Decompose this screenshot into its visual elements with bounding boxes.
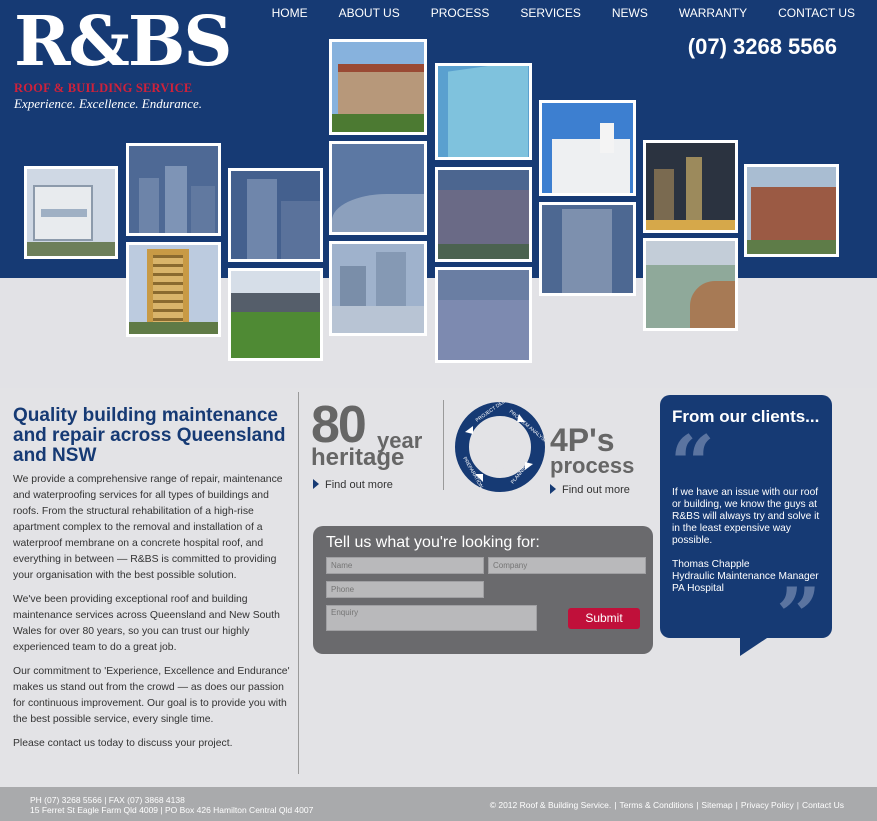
nav-warranty[interactable]: WARRANTY [679, 6, 747, 20]
process-number: 4P's [550, 422, 615, 458]
footer-link-sitemap[interactable]: Sitemap [701, 800, 732, 810]
heritage-unit: year [377, 428, 423, 453]
photo-concrete-roof [329, 141, 427, 235]
heritage-find-out-more-link[interactable]: Find out more [313, 479, 393, 491]
footer-address: 15 Ferret St Eagle Farm Qld 4009 | PO Bo… [30, 805, 314, 815]
photo-refinery-night [643, 140, 738, 233]
open-quote-icon: “ [670, 419, 715, 510]
speech-bubble-tail [740, 636, 770, 656]
photo-apartment-tower [126, 242, 221, 337]
process-find-out-more-link[interactable]: Find out more [550, 484, 630, 496]
intro-paragraph: Our commitment to 'Experience, Excellenc… [13, 666, 290, 725]
column-divider [298, 392, 299, 774]
process-cycle-diagram: PROJECT DELIVERY PROBLEM ANALYSIS PLANNI… [455, 402, 545, 492]
intro-paragraph: We've been providing exceptional roof an… [13, 594, 280, 653]
process-label: process [550, 453, 635, 478]
logo-wordmark: R&BS [14, 2, 233, 82]
heritage-block[interactable]: 80 year heritage [311, 399, 422, 470]
close-quote-icon: ” [776, 571, 821, 662]
photo-racecourse-grandstand [228, 268, 323, 361]
logo[interactable]: R&BS ROOF & BUILDING SERVICE Experience.… [14, 2, 233, 112]
intro-title: Quality building maintenance and repair … [13, 405, 286, 466]
nav-contact-us[interactable]: CONTACT US [778, 6, 855, 20]
photo-white-tower [539, 202, 636, 296]
name-input[interactable] [326, 557, 484, 574]
footer-link-privacy[interactable]: Privacy Policy [741, 800, 794, 810]
photo-rooftop-garden [643, 238, 738, 331]
footer: PH (07) 3268 5566 | FAX (07) 3868 4138 1… [0, 787, 877, 821]
arrow-right-icon [313, 479, 319, 489]
photo-highrise-facade [228, 168, 323, 262]
footer-phone-fax: PH (07) 3268 5566 | FAX (07) 3868 4138 [30, 795, 185, 805]
footer-link-contact[interactable]: Contact Us [802, 800, 844, 810]
photo-city-skyline [126, 143, 221, 236]
footer-copyright: © 2012 Roof & Building Service. [489, 800, 612, 810]
submit-button[interactable]: Submit [568, 608, 640, 629]
footer-link-terms[interactable]: Terms & Conditions [620, 800, 694, 810]
feature-divider [443, 400, 444, 490]
intro-column: Quality building maintenance and repair … [13, 406, 291, 760]
photo-flat-roof [435, 267, 532, 363]
nav-news[interactable]: NEWS [612, 6, 648, 20]
footer-links: © 2012 Roof & Building Service. | Terms & … [489, 800, 844, 810]
photo-brick-building [435, 167, 532, 262]
arrow-right-icon [550, 484, 556, 494]
form-title: Tell us what you're looking for: [326, 534, 540, 551]
author-name: Thomas Chapple [672, 559, 750, 570]
footer-contact: PH (07) 3268 5566 | FAX (07) 3868 4138 1… [30, 795, 313, 815]
company-input[interactable] [488, 557, 646, 574]
testimonial-text: If we have an issue with our roof or bui… [672, 487, 820, 546]
logo-tagline: Experience. Excellence. Endurance. [14, 96, 203, 111]
photo-apartment-balconies [24, 166, 118, 259]
testimonial-box: From our clients... “ If we have an issu… [660, 395, 832, 656]
intro-paragraph: Please contact us today to discuss your … [13, 738, 233, 749]
phone-input[interactable] [326, 581, 484, 598]
logo-subtitle: ROOF & BUILDING SERVICE [14, 81, 193, 95]
header-phone[interactable]: (07) 3268 5566 [688, 34, 837, 60]
photo-glass-building [435, 63, 532, 160]
photo-heritage-building [329, 39, 427, 135]
intro-paragraph: We provide a comprehensive range of repa… [13, 474, 283, 581]
enquiry-form: Tell us what you're looking for: Submit [313, 526, 653, 654]
photo-city-towers [329, 241, 427, 336]
nav-about-us[interactable]: ABOUT US [339, 6, 400, 20]
nav-process[interactable]: PROCESS [431, 6, 490, 20]
nav-home[interactable]: HOME [272, 6, 308, 20]
main-nav: HOME ABOUT US PROCESS SERVICES NEWS WARR… [241, 6, 855, 20]
enquiry-textarea[interactable] [326, 605, 537, 631]
nav-services[interactable]: SERVICES [520, 6, 580, 20]
photo-industrial-plant [539, 100, 636, 196]
photo-brick-office [744, 164, 839, 257]
process-block[interactable]: 4P's process [550, 422, 635, 478]
